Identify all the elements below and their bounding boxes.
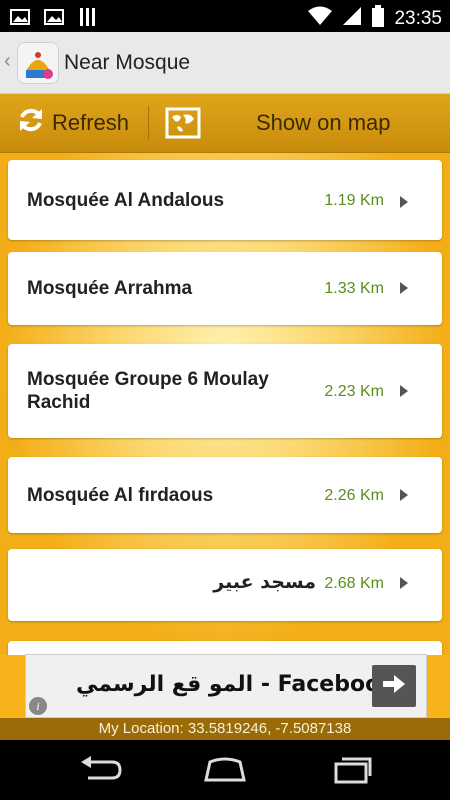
list-item[interactable]: Mosquée Al Andalous 1.19 Km xyxy=(8,160,442,240)
list-item[interactable]: Mosquée Groupe 6 Moulay Rachid 2.23 Km xyxy=(8,344,442,438)
home-nav-icon[interactable] xyxy=(200,754,250,786)
my-location: My Location: 33.5819246, -7.5087138 xyxy=(0,718,450,740)
page-title: Near Mosque xyxy=(64,51,191,74)
chevron-right-icon xyxy=(400,385,408,397)
show-on-map-button[interactable]: Show on map xyxy=(256,110,391,136)
mosque-distance: 1.33 Km xyxy=(324,280,384,297)
mosque-distance: 2.26 Km xyxy=(324,487,384,504)
back-chevron-icon[interactable]: ‹ xyxy=(4,50,11,73)
mosque-name: Mosquée Arrahma xyxy=(27,278,193,299)
mosque-list[interactable]: Mosquée Al Andalous 1.19 Km Mosquée Arra… xyxy=(0,153,450,655)
mosque-distance: 2.23 Km xyxy=(324,383,384,400)
arrow-right-icon xyxy=(381,673,407,700)
list-item[interactable]: Mosquée Arrahma 1.33 Km xyxy=(8,252,442,325)
mosque-name: Mosquée Al fırdaous xyxy=(27,485,214,506)
chevron-right-icon xyxy=(400,489,408,501)
chevron-right-icon xyxy=(400,196,408,208)
navigation-bar xyxy=(0,740,450,800)
back-nav-icon[interactable] xyxy=(76,754,126,786)
refresh-icon xyxy=(16,105,46,141)
map-icon[interactable] xyxy=(165,105,201,141)
mosque-name: Mosquée Groupe 6 Moulay Rachid xyxy=(27,369,269,413)
ad-info-icon[interactable]: i xyxy=(29,697,47,715)
signal-icon xyxy=(342,6,362,32)
recent-apps-nav-icon[interactable] xyxy=(326,754,376,786)
list-item[interactable]: مسجد عبير 2.68 Km xyxy=(8,549,442,621)
list-item[interactable]: Mosquée Al fırdaous 2.26 Km xyxy=(8,457,442,533)
mosque-distance: 2.68 Km xyxy=(324,575,384,592)
clock: 23:35 xyxy=(394,8,442,29)
notification-grid-icon xyxy=(78,7,98,32)
notification-photo-icon xyxy=(44,8,64,31)
list-item[interactable] xyxy=(8,641,442,655)
app-bar: ‹ Near Mosque xyxy=(0,32,450,94)
app-logo[interactable] xyxy=(17,42,59,84)
wifi-icon xyxy=(308,6,333,32)
notification-photo-icon xyxy=(10,8,30,31)
ad-open-button[interactable] xyxy=(372,665,416,707)
battery-icon xyxy=(372,5,385,33)
mosque-name: Mosquée Al Andalous xyxy=(27,190,225,211)
refresh-button[interactable]: Refresh xyxy=(16,106,129,140)
refresh-label: Refresh xyxy=(52,110,130,135)
chevron-right-icon xyxy=(400,282,408,294)
toolbar-divider xyxy=(148,106,149,140)
mosque-distance: 1.19 Km xyxy=(324,192,384,209)
mosque-name: مسجد عبير xyxy=(213,571,316,593)
ad-text: المو قع الرسمي - Facebook xyxy=(76,672,395,697)
status-bar: 23:35 xyxy=(0,0,450,32)
toolbar: Refresh Show on map xyxy=(0,94,450,153)
chevron-right-icon xyxy=(400,577,408,589)
ad-banner[interactable]: المو قع الرسمي - Facebook i xyxy=(25,654,427,718)
